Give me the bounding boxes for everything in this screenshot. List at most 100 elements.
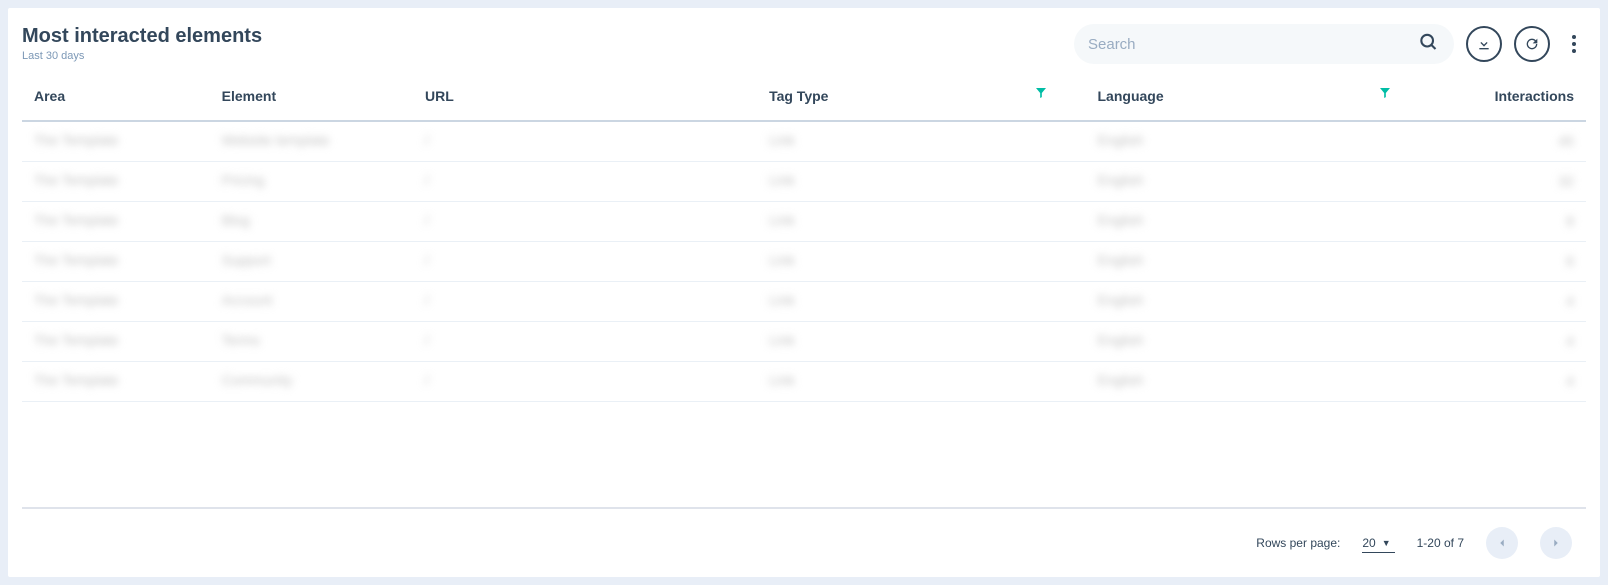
cell-url: / <box>413 161 757 201</box>
cell-lang: English <box>1086 161 1430 201</box>
cell-element: Website template <box>210 121 413 161</box>
cell-value: Blog <box>222 212 250 228</box>
cell-tag: Link <box>757 321 1085 361</box>
download-button[interactable] <box>1466 26 1502 62</box>
cell-value: Link <box>769 252 795 268</box>
cell-value: The Template <box>34 332 119 348</box>
cell-lang: English <box>1086 121 1430 161</box>
refresh-button[interactable] <box>1514 26 1550 62</box>
cell-url: / <box>413 321 757 361</box>
cell-lang: English <box>1086 201 1430 241</box>
cell-tag: Link <box>757 161 1085 201</box>
rows-per-page-label: Rows per page: <box>1256 536 1340 550</box>
cell-url: / <box>413 281 757 321</box>
cell-area: The Template <box>22 321 210 361</box>
cell-lang: English <box>1086 241 1430 281</box>
table-wrap: Area Element URL Tag Type Language <box>8 72 1600 577</box>
cell-value: Link <box>769 212 795 228</box>
cell-value: Terms <box>222 332 260 348</box>
table-row[interactable]: The Template Website template / Link English… <box>22 121 1586 161</box>
cell-inter: 4 <box>1430 321 1586 361</box>
cell-tag: Link <box>757 121 1085 161</box>
col-header-interactions[interactable]: Interactions <box>1430 72 1586 121</box>
cell-value: Link <box>769 332 795 348</box>
caret-down-icon: ▼ <box>1382 538 1391 548</box>
cell-value: Link <box>769 172 795 188</box>
col-header-element[interactable]: Element <box>210 72 413 121</box>
table-row[interactable]: The Template Blog / Link English8 <box>22 201 1586 241</box>
page-subtitle: Last 30 days <box>22 50 262 62</box>
table-row[interactable]: The Template Pricing / Link English 32 <box>22 161 1586 201</box>
col-header-url[interactable]: URL <box>413 72 757 121</box>
cell-url: / <box>413 121 757 161</box>
cell-area: The Template <box>22 281 210 321</box>
more-menu-button[interactable] <box>1562 26 1586 62</box>
search-wrap <box>1074 24 1454 64</box>
page-title: Most interacted elements <box>22 24 262 48</box>
cell-lang: English <box>1086 321 1430 361</box>
prev-page-button[interactable] <box>1486 527 1518 559</box>
table-row[interactable]: The TemplateCommunity/LinkEnglish4 <box>22 361 1586 401</box>
cell-area: The Template <box>22 361 210 401</box>
cell-value: 4 <box>1442 373 1574 389</box>
table-footer: Rows per page: 20 ▼ 1-20 of 7 <box>22 507 1586 577</box>
search-input[interactable] <box>1088 36 1440 53</box>
cell-url: / <box>413 201 757 241</box>
cell-element: Pricing <box>210 161 413 201</box>
cell-value: The Template <box>34 292 119 308</box>
table-row[interactable]: The Template Account / Link English 4 <box>22 281 1586 321</box>
cell-element: Blog <box>210 201 413 241</box>
cell-value: English <box>1098 332 1144 348</box>
cell-value: 4 <box>1442 293 1574 309</box>
col-header-language[interactable]: Language <box>1086 72 1430 121</box>
cell-value: The Template <box>34 212 119 228</box>
cell-inter: 32 <box>1430 161 1586 201</box>
table-row[interactable]: The Template Terms / Link English 4 <box>22 321 1586 361</box>
cell-value: Link <box>769 372 795 388</box>
cell-inter: 45 <box>1430 121 1586 161</box>
cell-value: Website template <box>222 132 330 148</box>
cell-value: 4 <box>1442 333 1574 349</box>
cell-value: / <box>425 292 429 308</box>
cell-inter: 4 <box>1430 361 1586 401</box>
cell-value: Pricing <box>222 172 265 188</box>
col-header-area[interactable]: Area <box>22 72 210 121</box>
cell-inter: 6 <box>1430 241 1586 281</box>
panel: Most interacted elements Last 30 days <box>8 8 1600 577</box>
col-header-tag-type[interactable]: Tag Type <box>757 72 1085 121</box>
cell-area: The Template <box>22 161 210 201</box>
cell-value: The Template <box>34 372 119 388</box>
cell-value: English <box>1098 132 1144 148</box>
cell-element: Account <box>210 281 413 321</box>
next-page-button[interactable] <box>1540 527 1572 559</box>
rows-per-page-select[interactable]: 20 ▼ <box>1362 534 1394 553</box>
cell-tag: Link <box>757 201 1085 241</box>
title-block: Most interacted elements Last 30 days <box>22 24 262 62</box>
cell-element: Support <box>210 241 413 281</box>
filter-icon[interactable] <box>1380 88 1390 101</box>
table-row[interactable]: The Template Support / Link English 6 <box>22 241 1586 281</box>
cell-value: English <box>1098 252 1144 268</box>
cell-value: Account <box>222 292 273 308</box>
cell-value: The Template <box>34 172 119 188</box>
cell-value: The Template <box>34 132 119 148</box>
cell-value: Support <box>222 252 271 268</box>
cell-value: English <box>1098 172 1144 188</box>
cell-value: 32 <box>1442 173 1574 189</box>
cell-lang: English <box>1086 281 1430 321</box>
cell-inter: 8 <box>1430 201 1586 241</box>
search-icon[interactable] <box>1418 32 1438 57</box>
cell-tag: Link <box>757 361 1085 401</box>
cell-value: Link <box>769 132 795 148</box>
cell-value: English <box>1098 292 1144 308</box>
cell-url: / <box>413 361 757 401</box>
cell-value: / <box>425 212 429 228</box>
cell-tag: Link <box>757 281 1085 321</box>
filter-icon[interactable] <box>1036 88 1046 101</box>
cell-value: / <box>425 252 429 268</box>
cell-area: The Template <box>22 241 210 281</box>
cell-value: Community <box>222 372 293 388</box>
cell-element: Community <box>210 361 413 401</box>
cell-tag: Link <box>757 241 1085 281</box>
cell-element: Terms <box>210 321 413 361</box>
